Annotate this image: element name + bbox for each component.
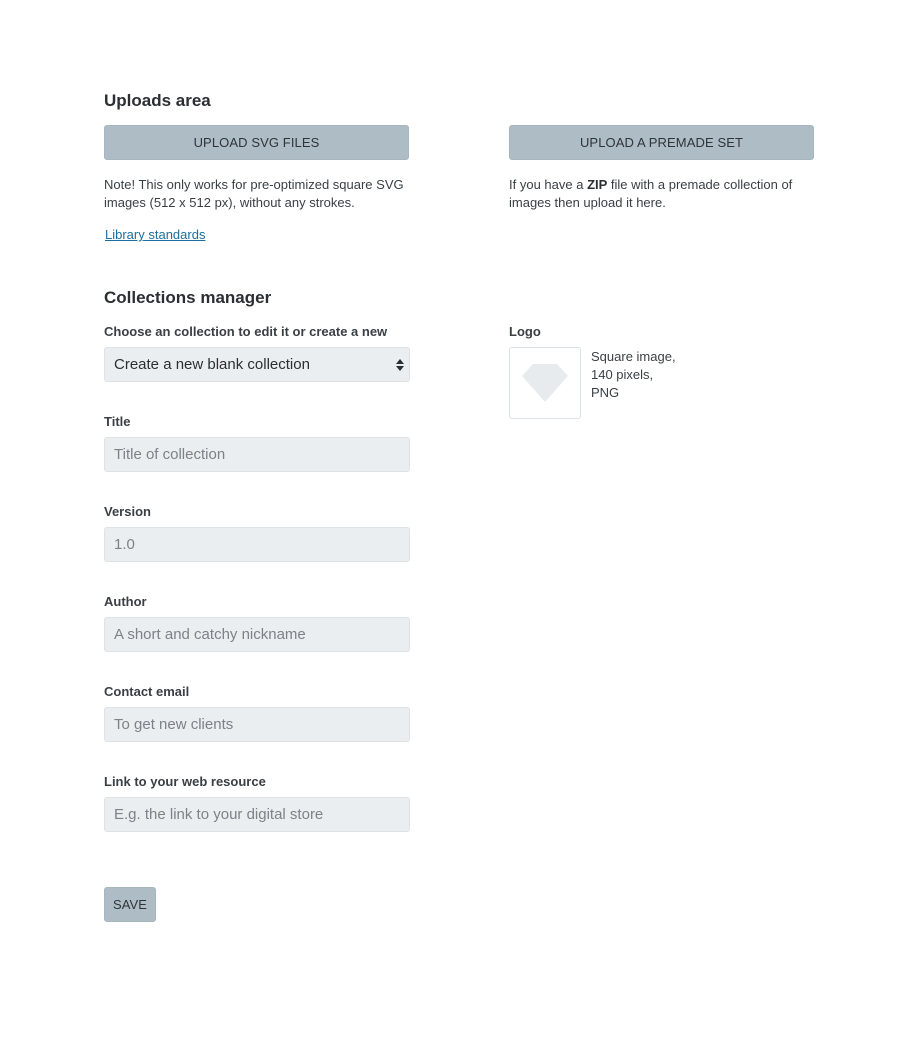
author-label: Author (104, 594, 147, 609)
uploads-heading: Uploads area (104, 91, 211, 110)
web-resource-input[interactable] (104, 797, 410, 832)
contact-email-input[interactable] (104, 707, 410, 742)
logo-hint-line: Square image, (591, 349, 676, 364)
web-resource-label: Link to your web resource (104, 774, 266, 789)
title-input[interactable] (104, 437, 410, 472)
logo-hint: Square image, 140 pixels, PNG (591, 348, 676, 402)
logo-hint-line: PNG (591, 385, 620, 400)
contact-email-label: Contact email (104, 684, 190, 699)
version-label: Version (104, 504, 151, 519)
select-arrows-icon (396, 358, 404, 371)
collection-select[interactable]: Create a new blank collection (104, 347, 410, 382)
library-standards-link[interactable]: Library standards (105, 227, 205, 242)
title-label: Title (104, 414, 131, 429)
premade-set-note: If you have a ZIP file with a premade co… (509, 176, 814, 212)
version-input[interactable] (104, 527, 410, 562)
logo-upload-box[interactable] (509, 347, 581, 419)
logo-label: Logo (509, 324, 541, 339)
zip-emphasis: ZIP (587, 177, 608, 192)
collections-heading: Collections manager (104, 288, 272, 307)
logo-hint-line: 140 pixels, (591, 367, 654, 382)
save-button[interactable]: SAVE (104, 887, 156, 922)
choose-collection-label: Choose an collection to edit it or creat… (104, 324, 388, 339)
author-input[interactable] (104, 617, 410, 652)
diamond-icon (522, 364, 568, 402)
premade-note-text: If you have a (509, 177, 588, 192)
upload-premade-set-button[interactable]: UPLOAD A PREMADE SET (509, 125, 814, 160)
collection-select-value: Create a new blank collection (114, 356, 310, 373)
svg-upload-note: Note! This only works for pre-optimized … (104, 177, 404, 210)
upload-svg-files-button[interactable]: UPLOAD SVG FILES (104, 125, 409, 160)
